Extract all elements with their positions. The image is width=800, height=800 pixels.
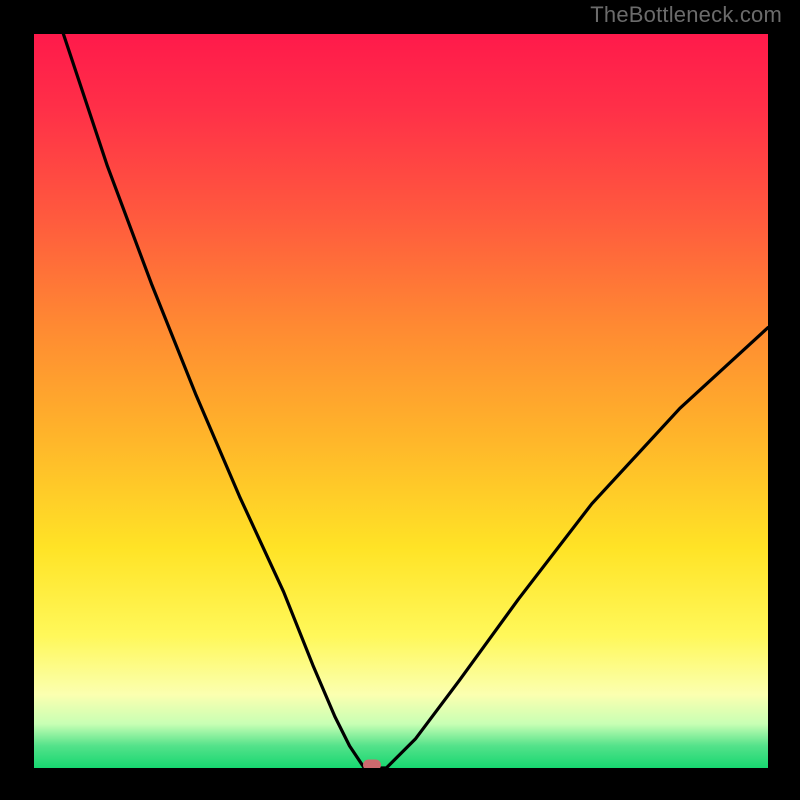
plot-area <box>34 34 768 768</box>
minimum-marker <box>363 760 381 769</box>
curve-path <box>63 34 768 768</box>
watermark-text: TheBottleneck.com <box>590 2 782 28</box>
chart-frame: TheBottleneck.com <box>0 0 800 800</box>
bottleneck-curve <box>34 34 768 768</box>
